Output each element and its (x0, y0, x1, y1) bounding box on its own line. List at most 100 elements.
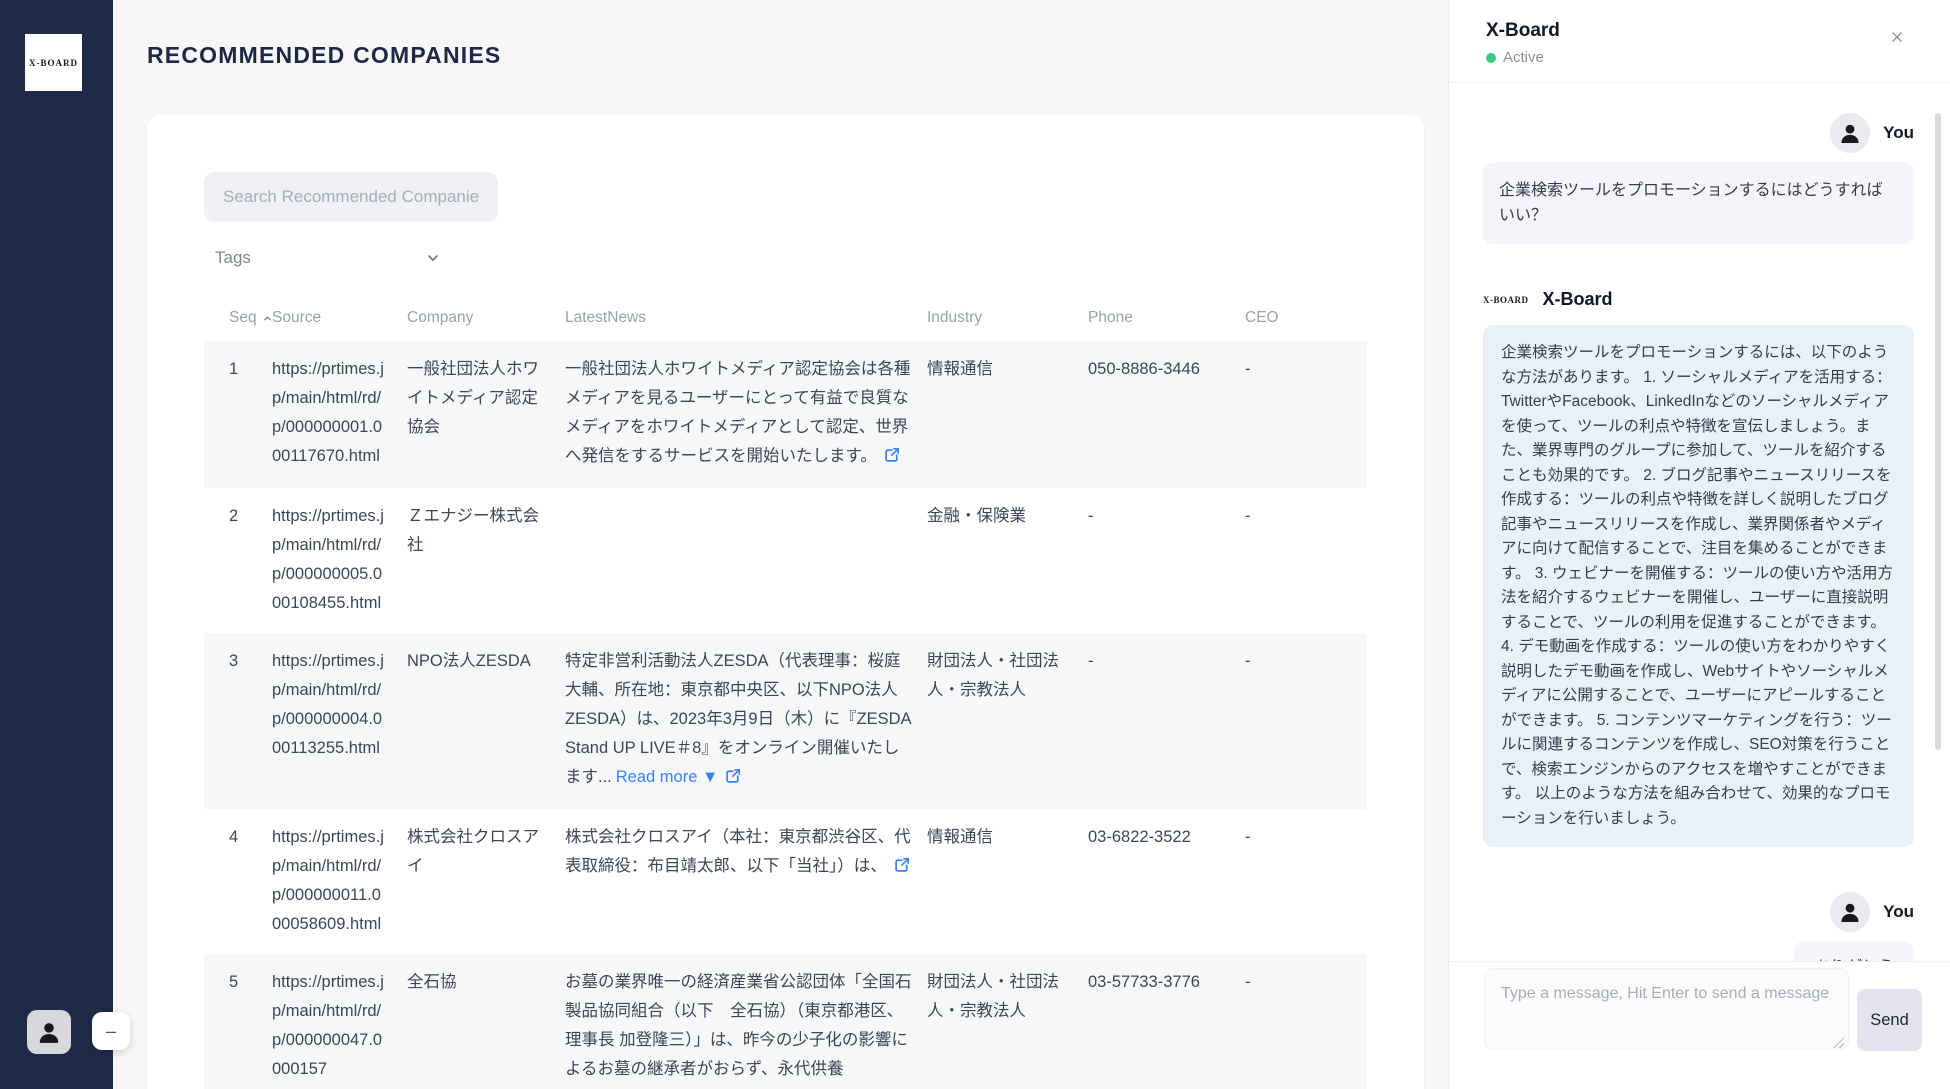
cell-latestnews: 特定非営利活動法人ZESDA（代表理事：桜庭大輔、所在地：東京都中央区、以下NP… (565, 647, 927, 794)
cell-phone: - (1088, 502, 1245, 618)
cell-industry: 財団法人・社団法人・宗教法人 (927, 647, 1088, 794)
cell-seq: 4 (204, 823, 272, 939)
column-header-phone[interactable]: Phone (1088, 309, 1245, 327)
cell-ceo: - (1245, 355, 1367, 473)
cell-source: https://prtimes.jp/main/html/rd/p/000000… (272, 647, 407, 794)
main-content: RECOMMENDED COMPANIES Tags Seq So (113, 0, 1448, 1089)
column-header-ceo[interactable]: CEO (1245, 309, 1367, 327)
cell-company: NPO法人ZESDA (407, 647, 565, 794)
close-icon (1890, 30, 1904, 44)
cell-seq: 5 (204, 968, 272, 1084)
message-author-row: You (1483, 113, 1914, 153)
chat-message-user: You 企業検索ツールをプロモーションするにはどうすればいい？ (1483, 113, 1914, 244)
chat-composer: Send (1449, 961, 1950, 1089)
column-header-source[interactable]: Source (272, 309, 407, 327)
minus-icon: – (106, 1022, 116, 1040)
cell-source: https://prtimes.jp/main/html/rd/p/000000… (272, 968, 407, 1084)
table-row: 1 https://prtimes.jp/main/html/rd/p/0000… (204, 341, 1367, 488)
chat-message-bot: X-BOARD X-Board 企業検索ツールをプロモーションするには、以下のよ… (1483, 289, 1914, 847)
table-header-row: Seq Source Company LatestNews Industry P… (204, 299, 1367, 341)
cell-ceo: - (1245, 823, 1367, 939)
table-row: 5 https://prtimes.jp/main/html/rd/p/0000… (204, 954, 1367, 1089)
message-bubble: ありがとう (1794, 941, 1914, 961)
message-input[interactable] (1484, 968, 1849, 1050)
cell-phone: 03-6822-3522 (1088, 823, 1245, 939)
search-input[interactable] (204, 172, 498, 222)
cell-company: 全石協 (407, 968, 565, 1084)
send-button[interactable]: Send (1857, 989, 1922, 1051)
message-input-wrap (1484, 968, 1849, 1055)
cell-source: https://prtimes.jp/main/html/rd/p/000000… (272, 502, 407, 618)
cell-phone: 050-8886-3446 (1088, 355, 1245, 473)
sidebar: X-BOARD (0, 0, 113, 1089)
external-link-icon[interactable] (884, 444, 901, 473)
cell-latestnews: 株式会社クロスアイ（本社：東京都渋谷区、代表取締役：布目靖太郎、以下「当社」）は… (565, 823, 927, 939)
user-avatar (1830, 892, 1870, 932)
sidebar-collapse-button[interactable]: – (92, 1012, 130, 1050)
column-header-latestnews[interactable]: LatestNews (565, 309, 927, 327)
app-logo-text: X-BOARD (29, 58, 78, 68)
companies-card: Tags Seq Source Company LatestNews (147, 115, 1424, 1089)
person-icon (36, 1019, 62, 1045)
sort-asc-icon (262, 313, 273, 324)
chat-close-button[interactable] (1884, 24, 1910, 50)
news-text: 一般社団法人ホワイトメディア認定協会は各種メディアを見るユーザーにとって有益で良… (565, 360, 910, 465)
cell-industry: 財団法人・社団法人・宗教法人 (927, 968, 1088, 1084)
cell-ceo: - (1245, 502, 1367, 618)
message-author: You (1883, 902, 1914, 922)
table-row: 2 https://prtimes.jp/main/html/rd/p/0000… (204, 488, 1367, 633)
app-logo[interactable]: X-BOARD (25, 34, 82, 91)
chat-scrollbar-thumb[interactable] (1935, 113, 1941, 750)
tags-dropdown-label: Tags (215, 248, 251, 268)
table-row: 3 https://prtimes.jp/main/html/rd/p/0000… (204, 633, 1367, 809)
chat-message-user: You ありがとう (1483, 892, 1914, 961)
chat-header: X-Board Active (1449, 0, 1950, 83)
cell-seq: 2 (204, 502, 272, 618)
cell-industry: 情報通信 (927, 823, 1088, 939)
external-link-icon[interactable] (725, 765, 742, 794)
cell-latestnews (565, 502, 927, 618)
cell-phone: - (1088, 647, 1245, 794)
user-avatar (1830, 113, 1870, 153)
column-header-company[interactable]: Company (407, 309, 565, 327)
read-more-link[interactable]: Read more ▼ (616, 768, 719, 786)
news-text: 株式会社クロスアイ（本社：東京都渋谷区、代表取締役：布目靖太郎、以下「当社」）は… (565, 828, 911, 875)
chat-header-info: X-Board Active (1486, 20, 1560, 66)
cell-source: https://prtimes.jp/main/html/rd/p/000000… (272, 355, 407, 473)
tags-dropdown[interactable]: Tags (204, 239, 447, 277)
external-link-icon[interactable] (894, 854, 911, 883)
cell-ceo: - (1245, 647, 1367, 794)
chevron-down-icon (425, 250, 441, 266)
cell-company: Ｚエナジー株式会社 (407, 502, 565, 618)
companies-table: Seq Source Company LatestNews Industry P… (204, 299, 1367, 1089)
chat-title: X-Board (1486, 20, 1560, 42)
cell-industry: 情報通信 (927, 355, 1088, 473)
user-avatar[interactable] (27, 1010, 71, 1054)
person-icon (1838, 900, 1862, 924)
cell-source: https://prtimes.jp/main/html/rd/p/000000… (272, 823, 407, 939)
message-author: You (1883, 123, 1914, 143)
message-author-row: X-BOARD X-Board (1483, 289, 1914, 310)
cell-phone: 03-57733-3776 (1088, 968, 1245, 1084)
message-bubble: 企業検索ツールをプロモーションするにはどうすればいい？ (1483, 162, 1914, 244)
chat-panel: X-Board Active (1448, 0, 1950, 1089)
app-window: X-BOARD – RECOMMENDED COMPANIES Tags (0, 0, 1950, 1089)
cell-latestnews: お墓の業界唯一の経済産業省公認団体「全国石製品協同組合（以下 全石協）（東京都港… (565, 968, 927, 1084)
active-status-label: Active (1503, 49, 1544, 66)
page-title: RECOMMENDED COMPANIES (147, 42, 1424, 69)
cell-latestnews: 一般社団法人ホワイトメディア認定協会は各種メディアを見るユーザーにとって有益で良… (565, 355, 927, 473)
message-author-row: You (1483, 892, 1914, 932)
column-header-industry[interactable]: Industry (927, 309, 1088, 327)
cell-industry: 金融・保険業 (927, 502, 1088, 618)
cell-ceo: - (1245, 968, 1367, 1084)
active-status-dot (1486, 53, 1496, 63)
chat-messages: You 企業検索ツールをプロモーションするにはどうすればいい？ X-BOARD … (1449, 83, 1950, 961)
message-author: X-Board (1543, 289, 1613, 310)
column-header-seq[interactable]: Seq (204, 309, 272, 327)
cell-company: 一般社団法人ホワイトメディア認定協会 (407, 355, 565, 473)
person-icon (1838, 121, 1862, 145)
xboard-logo-icon: X-BOARD (1483, 295, 1529, 305)
cell-seq: 1 (204, 355, 272, 473)
chat-status: Active (1486, 49, 1560, 66)
message-bubble: 企業検索ツールをプロモーションするには、以下のような方法があります。 1. ソー… (1483, 325, 1914, 847)
